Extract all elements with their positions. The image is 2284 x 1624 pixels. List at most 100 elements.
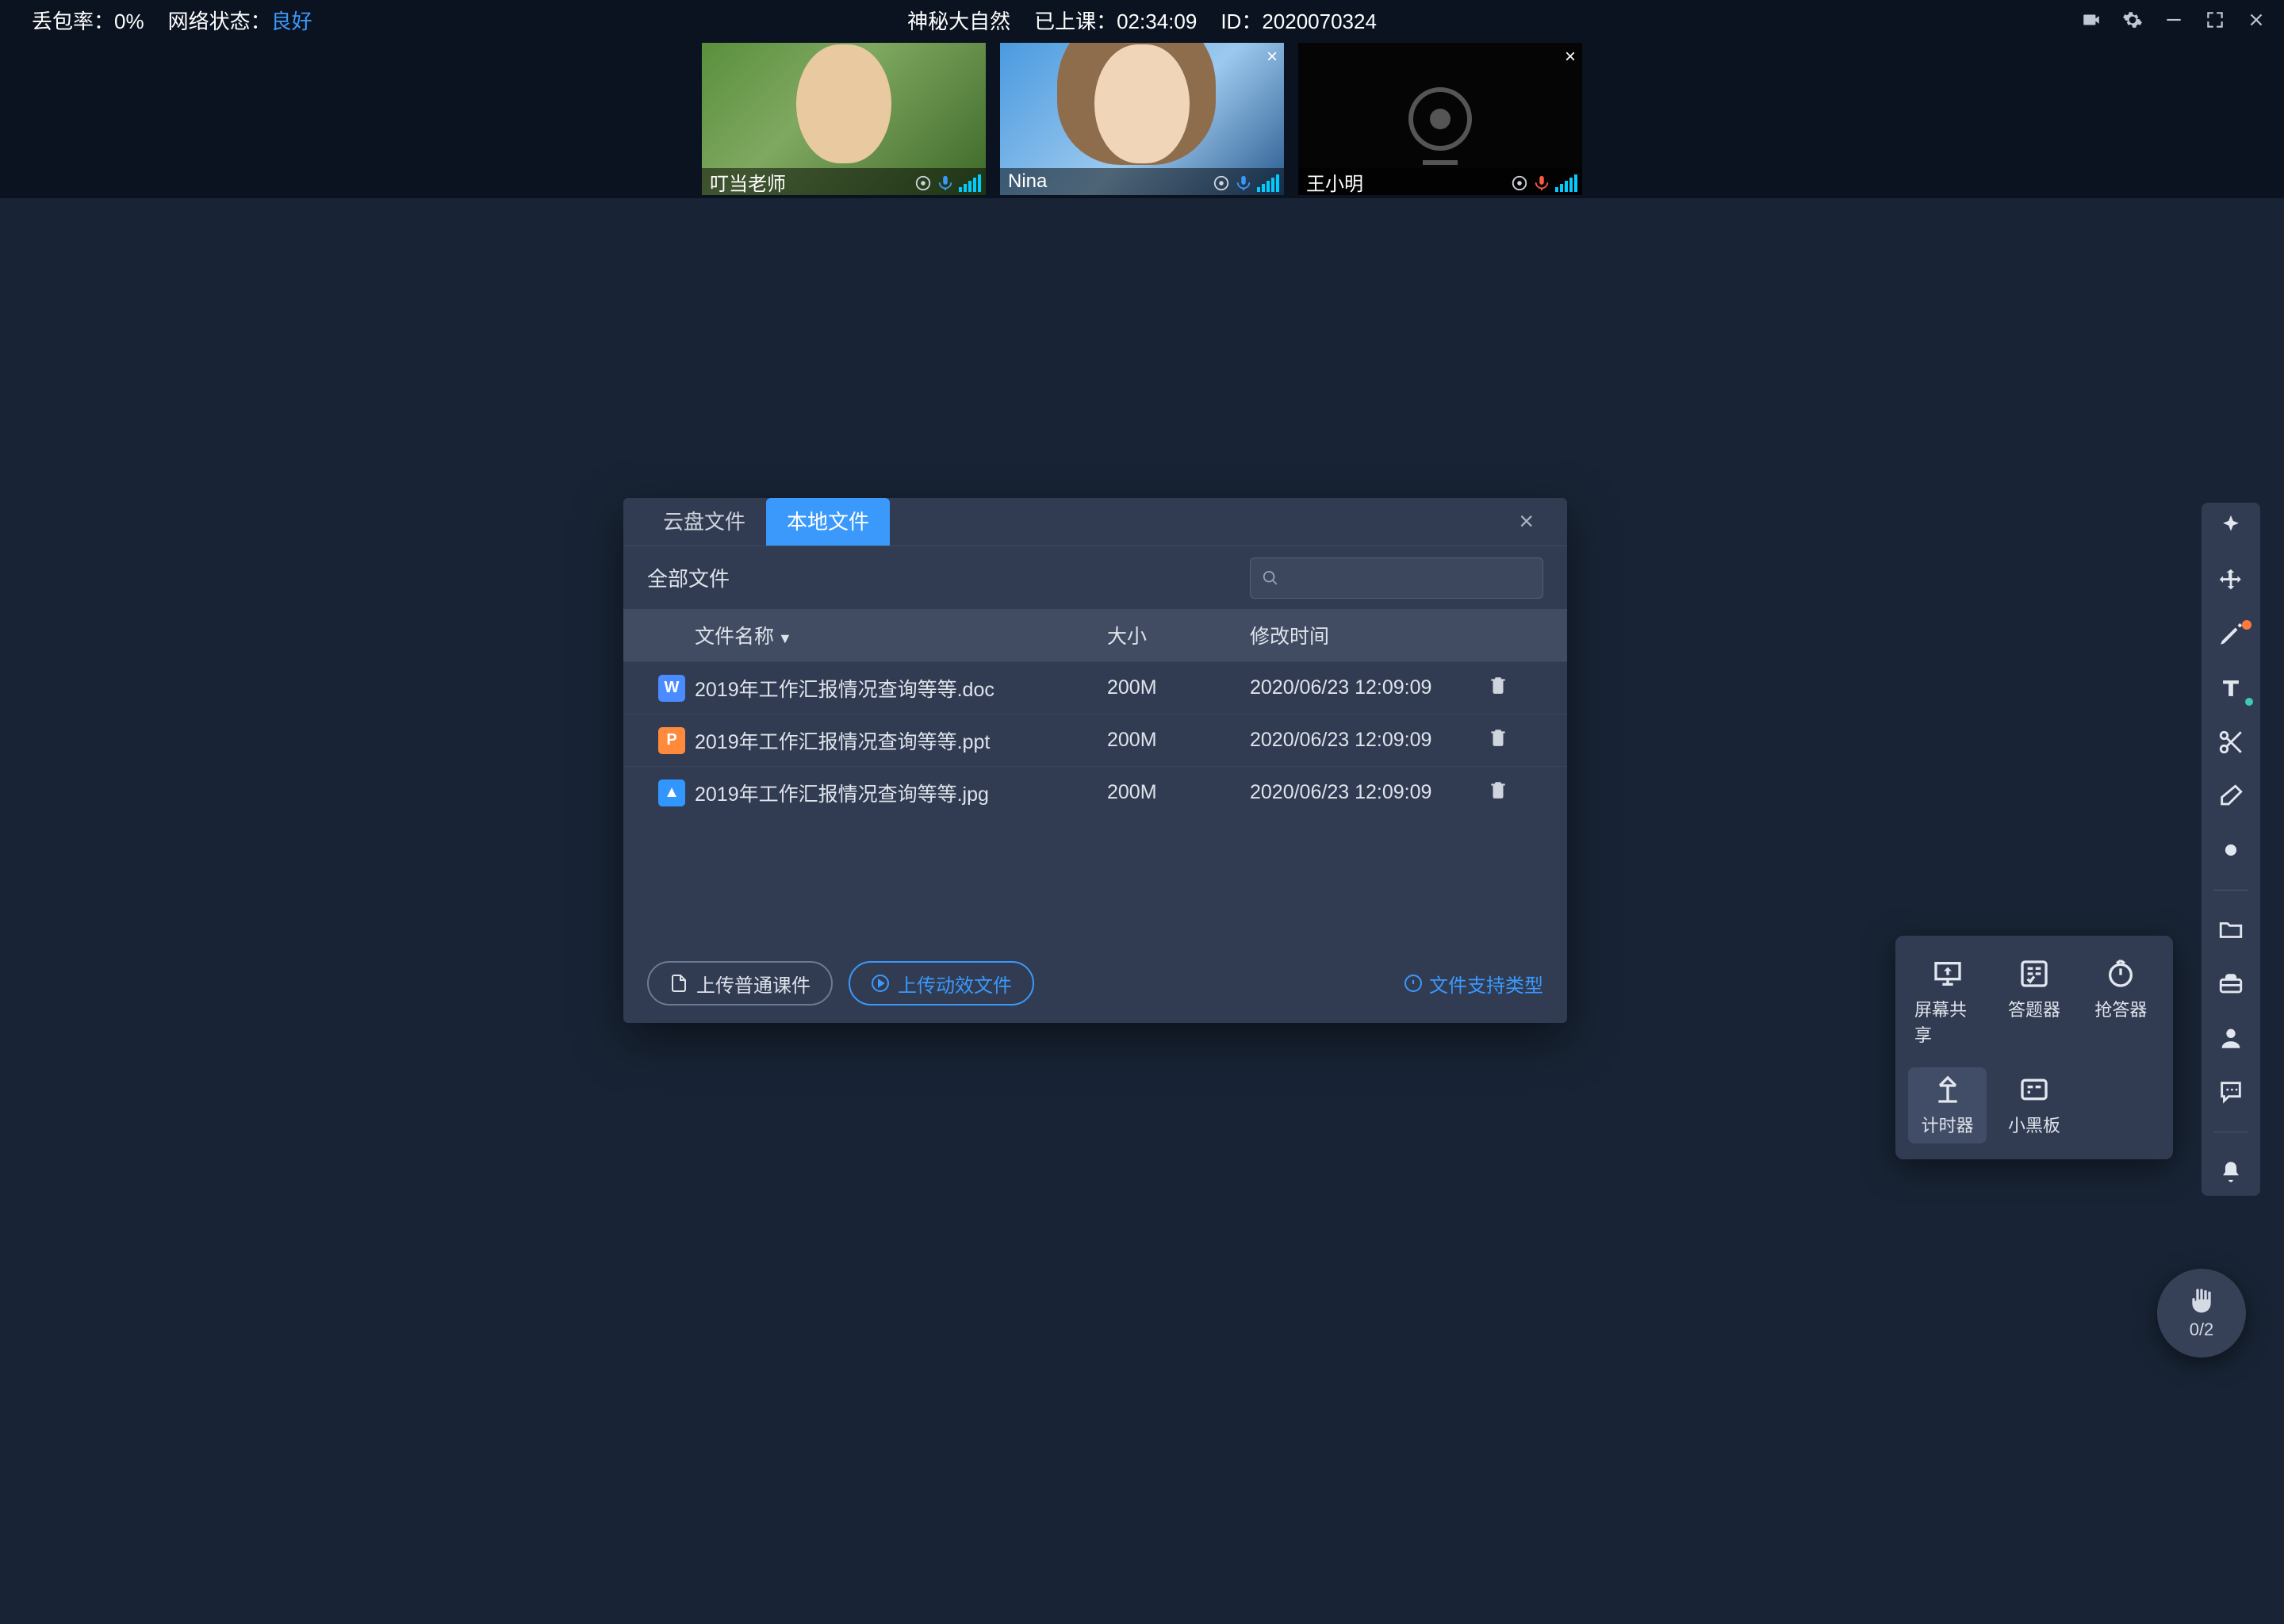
- right-toolbar: [2202, 503, 2260, 1196]
- popover-label: 小黑板: [2008, 1112, 2060, 1137]
- participant-name: 王小明: [1306, 168, 1363, 196]
- col-mtime[interactable]: 修改时间: [1250, 621, 1488, 649]
- file-name: 2019年工作汇报情况查询等等.doc: [695, 674, 1107, 703]
- tool-bell[interactable]: [2213, 1156, 2248, 1188]
- camera-off-icon: [1408, 87, 1472, 151]
- close-icon[interactable]: [2244, 8, 2268, 32]
- file-type-icon: W: [658, 675, 685, 702]
- popover-screenshare[interactable]: 屏幕共享: [1908, 952, 1987, 1053]
- file-dialog: 云盘文件本地文件 × 全部文件 文件名称 大小 修改时间 W 2019年工作汇报情…: [623, 498, 1567, 1023]
- toolbox-icon: [2217, 971, 2244, 998]
- video-thumb[interactable]: × Nina: [1000, 43, 1284, 195]
- delete-file-icon[interactable]: [1488, 727, 1535, 753]
- popover-miniboard[interactable]: 小黑板: [1995, 1067, 2073, 1143]
- tool-pen[interactable]: [2213, 619, 2248, 650]
- scissors-icon: [2217, 729, 2244, 756]
- tool-scissors[interactable]: [2213, 726, 2248, 758]
- mic-status-icon: [1533, 174, 1550, 192]
- file-size: 200M: [1107, 781, 1250, 804]
- file-name: 2019年工作汇报情况查询等等.ppt: [695, 726, 1107, 755]
- packet-loss: 丢包率：0%: [32, 6, 144, 35]
- file-tab[interactable]: 云盘文件: [642, 498, 766, 546]
- col-size[interactable]: 大小: [1107, 621, 1250, 649]
- supported-types-link[interactable]: 文件支持类型: [1404, 970, 1543, 998]
- delete-file-icon[interactable]: [1488, 675, 1535, 701]
- tool-move[interactable]: [2213, 565, 2248, 596]
- pen-icon: [2217, 621, 2244, 648]
- file-row[interactable]: W 2019年工作汇报情况查询等等.doc200M2020/06/23 12:09…: [623, 661, 1567, 714]
- signal-icon: [959, 174, 981, 192]
- file-search[interactable]: [1250, 557, 1543, 599]
- move-icon: [2217, 567, 2244, 594]
- gear-icon[interactable]: [2121, 8, 2144, 32]
- file-type-icon: ▲: [658, 779, 685, 806]
- raise-hand-badge[interactable]: 0/2: [2157, 1269, 2246, 1358]
- folder-icon: [2217, 917, 2244, 944]
- tools-popover: 屏幕共享 答题器 抢答器计时器 小黑板: [1895, 936, 2173, 1159]
- thumb-close-icon[interactable]: ×: [1565, 46, 1576, 68]
- popover-label: 屏幕共享: [1914, 996, 1980, 1047]
- tool-toolbox[interactable]: [2213, 968, 2248, 1000]
- popover-answertool[interactable]: 答题器: [1995, 952, 2073, 1053]
- tool-chat[interactable]: [2213, 1076, 2248, 1108]
- raise-hand-count: 0/2: [2190, 1320, 2214, 1340]
- miniboard-icon: [2018, 1074, 2050, 1105]
- participant-name: Nina: [1008, 170, 1047, 193]
- popover-label: 计时器: [1922, 1112, 1974, 1137]
- file-row[interactable]: ▲2019年工作汇报情况查询等等.jpg200M2020/06/23 12:09…: [623, 766, 1567, 818]
- file-tab[interactable]: 本地文件: [766, 498, 890, 546]
- video-thumbnails: 叮当老师 × Nina × 王小明: [0, 40, 2284, 198]
- tool-eraser[interactable]: [2213, 780, 2248, 812]
- session-title: 神秘大自然: [907, 6, 1010, 35]
- delete-file-icon[interactable]: [1488, 779, 1535, 806]
- tool-folder[interactable]: [2213, 914, 2248, 946]
- breadcrumb: 全部文件: [647, 563, 730, 592]
- video-thumb[interactable]: 叮当老师: [702, 43, 986, 195]
- status-bar: 丢包率：0% 网络状态：良好 神秘大自然 已上课：02:34:09 ID：202…: [0, 0, 2284, 40]
- tool-color[interactable]: [2213, 834, 2248, 866]
- eraser-icon: [2217, 783, 2244, 810]
- minimize-icon[interactable]: [2162, 8, 2186, 32]
- thumb-close-icon[interactable]: ×: [1267, 46, 1278, 68]
- file-mtime: 2020/06/23 12:09:09: [1250, 781, 1488, 804]
- person-icon: [2217, 1025, 2244, 1051]
- network-status: 网络状态：良好: [168, 6, 312, 35]
- upload-normal-button[interactable]: 上传普通课件: [647, 961, 833, 1005]
- file-mtime: 2020/06/23 12:09:09: [1250, 729, 1488, 752]
- bell-icon: [2217, 1159, 2244, 1185]
- popover-label: 抢答器: [2094, 996, 2147, 1021]
- camera-status-icon: [1213, 174, 1230, 192]
- text-icon: [2217, 675, 2244, 702]
- popover-label: 答题器: [2008, 996, 2060, 1021]
- upload-animated-button[interactable]: 上传动效文件: [849, 961, 1034, 1005]
- color-icon: [2217, 837, 2244, 864]
- file-size: 200M: [1107, 729, 1250, 752]
- signal-icon: [1257, 174, 1279, 192]
- class-elapsed: 已上课：02:34:09: [1034, 6, 1197, 35]
- search-icon: [1262, 569, 1279, 588]
- mic-status-icon: [1235, 174, 1252, 192]
- fullscreen-icon[interactable]: [2203, 8, 2227, 32]
- session-id: ID：2020070324: [1221, 6, 1377, 35]
- buzzer-icon: [2105, 958, 2136, 990]
- video-thumb[interactable]: × 王小明: [1298, 43, 1582, 195]
- popover-timer[interactable]: 计时器: [1908, 1067, 1987, 1143]
- popover-buzzer[interactable]: 抢答器: [2082, 952, 2160, 1053]
- laser-icon: [2217, 513, 2244, 540]
- file-header-row: 文件名称 大小 修改时间: [623, 609, 1567, 661]
- file-size: 200M: [1107, 676, 1250, 699]
- timer-icon: [1932, 1074, 1964, 1105]
- signal-icon: [1555, 174, 1577, 192]
- tool-text[interactable]: [2213, 672, 2248, 704]
- tool-laser[interactable]: [2213, 511, 2248, 542]
- col-name[interactable]: 文件名称: [695, 621, 1107, 649]
- file-search-input[interactable]: [1287, 566, 1531, 590]
- tool-person[interactable]: [2213, 1022, 2248, 1054]
- camera-status-icon: [1511, 174, 1528, 192]
- answertool-icon: [2018, 958, 2050, 990]
- camera-icon[interactable]: [2079, 8, 2103, 32]
- file-mtime: 2020/06/23 12:09:09: [1250, 676, 1488, 699]
- participant-name: 叮当老师: [710, 168, 786, 196]
- file-row[interactable]: P2019年工作汇报情况查询等等.ppt200M2020/06/23 12:09…: [623, 714, 1567, 766]
- dialog-close-icon[interactable]: ×: [1509, 497, 1543, 546]
